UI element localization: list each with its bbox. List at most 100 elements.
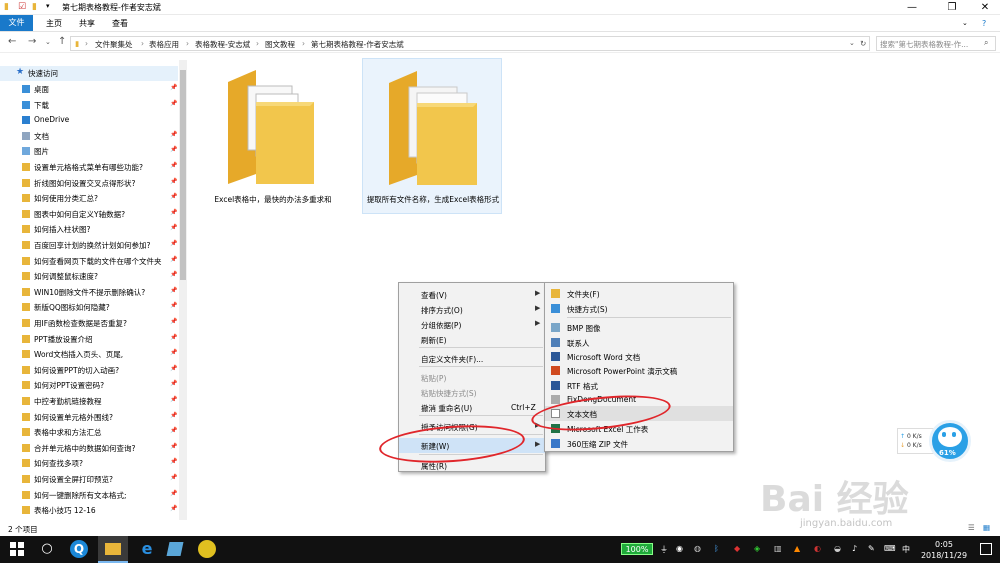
breadcrumb-item[interactable]: 图文教程: [265, 39, 295, 50]
context-menu-item[interactable]: 撤消 重命名(U) Ctrl+Z: [399, 400, 545, 415]
nav-item[interactable]: 如何查找多项? 📌: [0, 456, 178, 471]
chevron-down-icon[interactable]: ⌄: [45, 38, 51, 46]
nav-item[interactable]: 下载 📌: [0, 98, 178, 113]
nav-item[interactable]: 如何一键删除所有文本格式; 📌: [0, 488, 178, 503]
pin-icon[interactable]: 📌: [170, 240, 177, 247]
pin-icon[interactable]: 📌: [170, 458, 177, 465]
chevron-down-icon[interactable]: ▾: [46, 2, 50, 10]
scrollbar-thumb[interactable]: [180, 70, 186, 280]
cortana-icon[interactable]: ○: [38, 541, 56, 559]
forward-icon[interactable]: →: [28, 36, 36, 47]
breadcrumb-item[interactable]: 第七期表格教程-作者安志斌: [311, 39, 404, 50]
new-submenu-item[interactable]: Microsoft PowerPoint 演示文稿: [545, 363, 733, 378]
volume-icon[interactable]: ♪: [852, 544, 857, 553]
wifi-icon[interactable]: ◒: [834, 544, 841, 553]
breadcrumb-item[interactable]: 表格教程-安志斌: [195, 39, 250, 50]
clock[interactable]: 0:05 2018/11/29: [916, 539, 972, 561]
nav-item[interactable]: 如何调整鼠标速度? 📌: [0, 269, 178, 284]
nav-item[interactable]: OneDrive: [0, 113, 178, 128]
pin-icon[interactable]: 📌: [170, 287, 177, 294]
nav-item[interactable]: 表格中求和方法汇总 📌: [0, 425, 178, 440]
new-submenu-item[interactable]: BMP 图像: [545, 320, 733, 335]
pin-icon[interactable]: 📌: [170, 146, 177, 153]
network-icon[interactable]: ▥: [774, 544, 782, 553]
new-submenu-item[interactable]: 360压缩 ZIP 文件: [545, 436, 733, 451]
refresh-icon[interactable]: ↻: [860, 39, 866, 48]
pin-icon[interactable]: 📌: [170, 302, 177, 309]
pin-icon[interactable]: 📌: [170, 412, 177, 419]
tab-view[interactable]: 查看: [112, 17, 128, 30]
pin-icon[interactable]: 📌: [170, 490, 177, 497]
pin-icon[interactable]: 📌: [170, 178, 177, 185]
nav-item[interactable]: 如何设置PPT的切入动画? 📌: [0, 363, 178, 378]
file-item[interactable]: 提取所有文件名称，生成Excel表格形式: [362, 58, 502, 214]
explorer-taskbar-button[interactable]: [98, 536, 128, 563]
nav-item[interactable]: 合并单元格中的数据如何查询? 📌: [0, 441, 178, 456]
tab-file[interactable]: 文件: [0, 15, 33, 31]
back-icon[interactable]: ←: [8, 36, 16, 47]
pin-icon[interactable]: 📌: [170, 334, 177, 341]
nav-item[interactable]: 如何插入柱状图? 📌: [0, 222, 178, 237]
app-tray-icon[interactable]: ◆: [734, 544, 740, 553]
context-menu-item[interactable]: 自定义文件夹(F)...: [399, 351, 545, 366]
nav-item[interactable]: WIN10删除文件不提示删除确认? 📌: [0, 285, 178, 300]
nav-item[interactable]: 设置单元格格式菜单有哪些功能? 📌: [0, 160, 178, 175]
pin-icon[interactable]: 📌: [170, 505, 177, 512]
nav-item[interactable]: 中控考勤机链接教程 📌: [0, 394, 178, 409]
windows-start-icon[interactable]: [10, 542, 24, 556]
pin-icon[interactable]: 📌: [170, 443, 177, 450]
nav-item[interactable]: 图表中如何自定义Y轴数据? 📌: [0, 207, 178, 222]
antivirus-icon[interactable]: ◐: [814, 544, 821, 553]
input-icon[interactable]: ✎: [868, 544, 875, 553]
pin-icon[interactable]: 📌: [170, 396, 177, 403]
pin-icon[interactable]: 📌: [170, 131, 177, 138]
context-menu-item[interactable]: 粘贴快捷方式(S): [399, 385, 545, 400]
pin-icon[interactable]: 📌: [170, 162, 177, 169]
address-field[interactable]: ▮ › 文件聚集处 › 表格应用 › 表格教程-安志斌 › 图文教程 › 第七期…: [70, 36, 870, 51]
nav-item[interactable]: PPT播放设置介绍 📌: [0, 332, 178, 347]
pin-icon[interactable]: 📌: [170, 100, 177, 107]
search-input[interactable]: 搜索"第七期表格教程-作...: [876, 36, 996, 51]
pin-icon[interactable]: 📌: [170, 365, 177, 372]
nav-item[interactable]: 表格小技巧 12-16 📌: [0, 503, 178, 518]
nav-item[interactable]: 折线图如何设置交叉点得形状? 📌: [0, 176, 178, 191]
properties-icon[interactable]: ☑: [18, 2, 26, 12]
edge-icon[interactable]: e: [138, 540, 156, 558]
speed-icon[interactable]: ◉: [676, 544, 683, 553]
large-icons-view-icon[interactable]: ▦: [983, 523, 990, 532]
display-icon[interactable]: ◍: [694, 544, 701, 553]
new-submenu-item[interactable]: Microsoft Word 文档: [545, 349, 733, 364]
tab-share[interactable]: 共享: [79, 17, 95, 30]
pin-icon[interactable]: 📌: [170, 427, 177, 434]
new-submenu-item[interactable]: 快捷方式(S): [545, 301, 733, 316]
pin-icon[interactable]: 📌: [170, 318, 177, 325]
nav-item[interactable]: 文档 📌: [0, 129, 178, 144]
pin-icon[interactable]: 📌: [170, 224, 177, 231]
shield-icon[interactable]: ◈: [754, 544, 760, 553]
nav-item[interactable]: 图片 📌: [0, 144, 178, 159]
pin-icon[interactable]: 📌: [170, 474, 177, 481]
minimize-button[interactable]: —: [899, 0, 925, 15]
up-icon[interactable]: ↑: [58, 36, 66, 47]
pin-icon[interactable]: 📌: [170, 209, 177, 216]
pin-icon[interactable]: 📌: [170, 380, 177, 387]
wechat-icon[interactable]: [198, 540, 216, 558]
context-menu-item[interactable]: 粘贴(P): [399, 370, 545, 385]
context-menu-item[interactable]: 分组依据(P) ▶: [399, 317, 545, 332]
battery-badge[interactable]: 100%: [621, 543, 653, 555]
pin-icon[interactable]: 📌: [170, 84, 177, 91]
close-button[interactable]: ✕: [972, 0, 998, 15]
quick-access[interactable]: ★ 快速访问: [0, 66, 178, 81]
maximize-button[interactable]: ❐: [939, 0, 965, 15]
notification-icon[interactable]: [980, 543, 992, 555]
nav-item[interactable]: 如何设置单元格外围线? 📌: [0, 410, 178, 425]
file-item[interactable]: Excel表格中，最快的办法多重求和: [206, 62, 340, 212]
nav-item[interactable]: Word文档插入页头、页尾, 📌: [0, 347, 178, 362]
context-menu-item[interactable]: 刷新(E): [399, 332, 545, 347]
nav-item[interactable]: 如何对PPT设置密码? 📌: [0, 378, 178, 393]
chevron-down-icon[interactable]: ⌄: [962, 17, 968, 30]
tab-home[interactable]: 主页: [46, 17, 62, 30]
new-submenu-item[interactable]: RTF 格式: [545, 378, 733, 393]
context-menu-item[interactable]: 查看(V) ▶: [399, 287, 545, 302]
help-icon[interactable]: ?: [982, 17, 986, 30]
